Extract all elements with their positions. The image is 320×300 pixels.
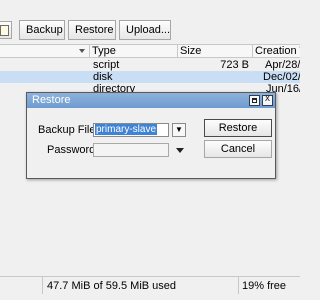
restore-toolbar-button[interactable]: Restore: [68, 20, 116, 40]
close-icon[interactable]: x: [262, 93, 273, 106]
dialog-title: Restore: [32, 94, 71, 106]
column-header-size[interactable]: Size: [177, 45, 252, 58]
upload-button[interactable]: Upload...: [119, 20, 171, 40]
password-label: Password:: [47, 144, 99, 156]
window-bottom-edge: [0, 294, 300, 300]
cancel-button[interactable]: Cancel: [204, 140, 272, 158]
dialog-title-bar[interactable]: Restore: [27, 93, 275, 108]
document-glyph: [0, 25, 9, 36]
status-divider: [42, 277, 43, 295]
table-row[interactable]: script 723 B Apr/28/...: [0, 59, 300, 71]
status-bar: 47.7 MiB of 59.5 MiB used 19% free: [0, 276, 300, 295]
table-row[interactable]: disk Dec/02/...: [0, 71, 300, 83]
backup-file-field[interactable]: primary-slave: [93, 123, 169, 137]
sort-arrow-icon[interactable]: [79, 49, 85, 53]
backup-file-label: Backup File:: [38, 124, 99, 136]
backup-file-dropdown[interactable]: ▼: [172, 123, 186, 137]
cell-size: [177, 71, 249, 83]
maximize-glyph: [252, 98, 257, 103]
toolbar: Backup Restore Upload...: [0, 18, 300, 42]
maximize-icon[interactable]: [249, 95, 260, 106]
restore-button[interactable]: Restore: [204, 119, 272, 137]
restore-dialog: Restore x Backup File: primary-slave ▼ P…: [26, 92, 276, 179]
password-field[interactable]: [93, 143, 169, 157]
password-dropdown-arrow-icon[interactable]: [176, 148, 184, 153]
backup-button[interactable]: Backup: [19, 20, 65, 40]
disk-usage-text: 47.7 MiB of 59.5 MiB used: [47, 280, 177, 292]
column-header-type[interactable]: Type: [89, 45, 177, 58]
cell-type: script: [93, 59, 120, 71]
cell-type: disk: [93, 71, 113, 83]
close-glyph: x: [265, 93, 270, 104]
cell-created: Apr/28/...: [265, 59, 300, 71]
cell-created: Dec/02/...: [263, 71, 300, 83]
status-divider: [238, 277, 239, 295]
column-header-creation-time[interactable]: Creation Time: [252, 45, 300, 58]
disk-free-text: 19% free: [242, 280, 287, 292]
dropdown-arrow-icon: ▼: [175, 125, 183, 134]
new-document-icon[interactable]: [0, 21, 12, 39]
table-header: Type Size Creation Time: [0, 44, 300, 58]
cell-size: 723 B: [220, 59, 249, 71]
backup-file-value: primary-slave: [95, 124, 158, 135]
